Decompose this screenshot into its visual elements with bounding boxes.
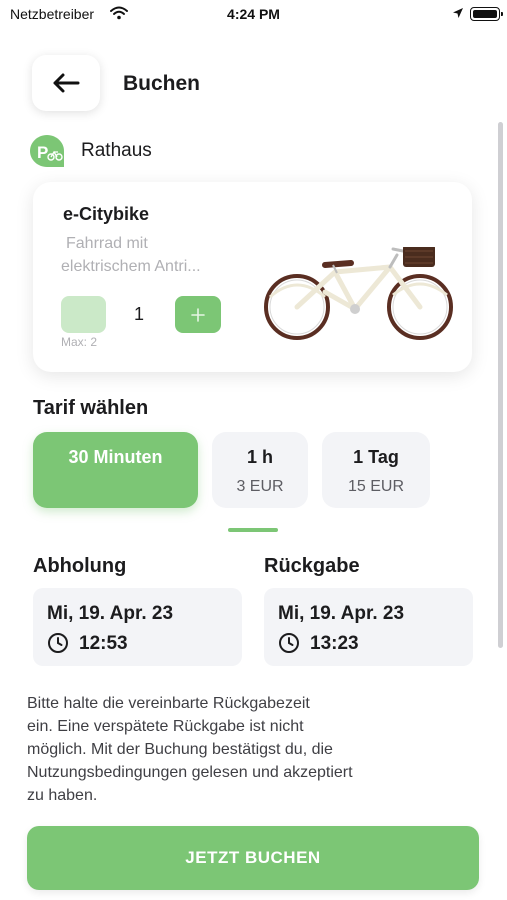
increase-quantity-button[interactable]: [175, 296, 221, 333]
pickup-heading: Abholung: [33, 555, 127, 577]
status-time: 4:24 PM: [227, 6, 280, 22]
station-name: Rathaus: [81, 140, 152, 161]
pickup-time: 12:53: [79, 633, 128, 654]
clock-icon: [279, 633, 299, 653]
product-description-line: elektrischem Antri...: [61, 258, 201, 275]
product-name: e-Citybike: [63, 204, 150, 224]
bike-parking-icon: P: [30, 135, 64, 167]
back-button[interactable]: [32, 55, 100, 111]
product-card: e-Citybike Fahrrad mit elektrischem Antr…: [33, 182, 472, 372]
quantity-value: 1: [133, 304, 144, 324]
arrow-left-icon: [53, 73, 80, 93]
return-datetime-picker[interactable]: Mi, 19. Apr. 23 13:23: [264, 588, 473, 666]
pickup-datetime-picker[interactable]: Mi, 19. Apr. 23 12:53: [33, 588, 242, 666]
page-title: Buchen: [123, 72, 201, 95]
return-heading: Rückgabe: [264, 555, 360, 577]
info-line: ein. Eine verspätete Rückgabe ist nicht: [27, 718, 304, 735]
tariff-label: 1 h: [246, 447, 273, 467]
location-arrow-icon: [453, 8, 463, 18]
tariff-label: 30 Minuten: [68, 447, 163, 467]
scrollbar[interactable]: [498, 122, 503, 648]
decrease-quantity-button[interactable]: [61, 296, 106, 333]
carousel-indicator: [228, 528, 278, 532]
tariff-option-30-minutes[interactable]: 30 Minuten: [33, 432, 198, 508]
book-now-button[interactable]: JETZT BUCHEN: [27, 826, 479, 890]
tariff-price: 15 EUR: [347, 478, 405, 495]
status-bar: Netzbetreiber 4:24 PM: [0, 0, 507, 30]
svg-text:P: P: [37, 143, 48, 162]
max-quantity-label: Max: 2: [61, 335, 98, 349]
pickup-date: Mi, 19. Apr. 23: [47, 603, 174, 624]
tariff-price: 3 EUR: [236, 478, 284, 495]
battery-icon: [470, 7, 503, 21]
product-description-line: Fahrrad mit: [66, 235, 148, 252]
city-bike-image: [264, 247, 453, 340]
info-line: Bitte halte die vereinbarte Rückgabezeit: [27, 695, 310, 712]
info-line: zu haben.: [27, 787, 98, 804]
return-date: Mi, 19. Apr. 23: [278, 603, 405, 624]
booking-info-text: Bitte halte die vereinbarte Rückgabezeit…: [27, 692, 467, 807]
plus-icon: [191, 307, 205, 322]
product-description: Fahrrad mit elektrischem Antri...: [61, 232, 251, 278]
tariff-label: 1 Tag: [353, 447, 399, 467]
tariff-option-1-day[interactable]: 1 Tag 15 EUR: [322, 432, 430, 508]
info-line: möglich. Mit der Buchung bestätigst du, …: [27, 741, 333, 758]
tariff-heading: Tarif wählen: [33, 397, 149, 419]
return-time: 13:23: [310, 633, 359, 654]
info-line: Nutzungsbedingungen gelesen und akzeptie…: [27, 764, 353, 781]
tariff-option-1-hour[interactable]: 1 h 3 EUR: [212, 432, 308, 508]
clock-icon: [48, 633, 68, 653]
